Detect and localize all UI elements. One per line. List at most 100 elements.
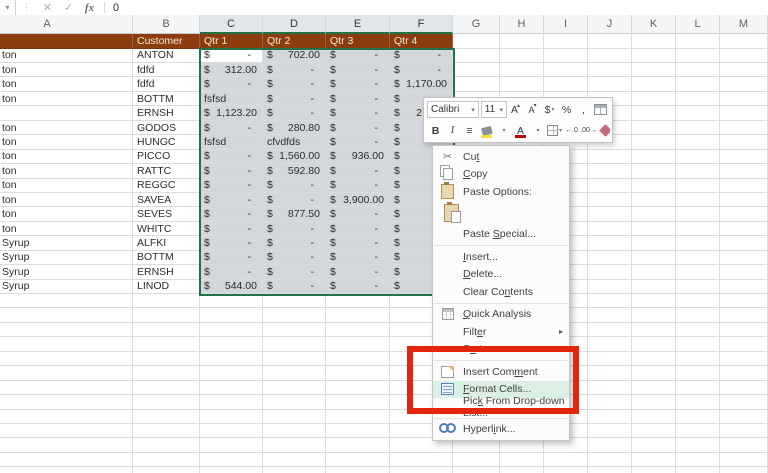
cell[interactable]: $592.80	[263, 164, 326, 178]
menu-item-pick-from-drop-down-list[interactable]: Pick From Drop-down List...	[433, 398, 569, 416]
cell[interactable]	[676, 164, 720, 178]
cell[interactable]	[632, 323, 676, 337]
cell[interactable]: $-	[200, 49, 263, 63]
cell[interactable]	[676, 424, 720, 438]
cell[interactable]	[263, 294, 326, 308]
cell[interactable]	[263, 424, 326, 438]
cell[interactable]	[263, 308, 326, 322]
cell[interactable]: $-	[326, 121, 390, 135]
cell[interactable]	[720, 106, 768, 120]
menu-item-insert-comment[interactable]: Insert Comment	[433, 363, 569, 381]
cell[interactable]: $3,900.00	[326, 193, 390, 207]
column-header-G[interactable]: G	[453, 15, 500, 34]
cell[interactable]	[326, 395, 390, 409]
cell[interactable]	[632, 135, 676, 149]
cell[interactable]	[0, 337, 133, 351]
cell[interactable]	[500, 49, 544, 63]
grow-font-icon[interactable]: A▴	[508, 101, 523, 118]
cell[interactable]	[632, 63, 676, 77]
cell[interactable]	[588, 222, 632, 236]
cell[interactable]: $-	[200, 77, 263, 91]
cell[interactable]	[200, 323, 263, 337]
menu-item-sort[interactable]: Sort▸	[433, 341, 569, 359]
cell[interactable]: ERNSH	[133, 106, 200, 120]
percent-style-icon[interactable]: %	[559, 101, 574, 118]
column-header-B[interactable]: B	[133, 15, 200, 34]
cell[interactable]: $-	[263, 236, 326, 250]
cell[interactable]	[676, 453, 720, 467]
cell[interactable]: $-	[200, 164, 263, 178]
column-header-J[interactable]: J	[588, 15, 632, 34]
cell[interactable]	[720, 34, 768, 49]
cell[interactable]	[0, 308, 133, 322]
cell[interactable]: Qtr 4	[390, 34, 453, 49]
column-header-A[interactable]: A	[0, 15, 133, 34]
cell[interactable]	[632, 92, 676, 106]
cell[interactable]	[0, 323, 133, 337]
cell[interactable]	[588, 424, 632, 438]
cell[interactable]: RATTC	[133, 164, 200, 178]
comma-style-icon[interactable]: ,	[576, 101, 591, 118]
cell[interactable]	[676, 395, 720, 409]
cell[interactable]	[588, 251, 632, 265]
cell[interactable]	[720, 222, 768, 236]
cell[interactable]	[632, 337, 676, 351]
cell[interactable]: GODOS	[133, 121, 200, 135]
cell[interactable]	[676, 352, 720, 366]
cell[interactable]: $-	[263, 280, 326, 294]
cell[interactable]	[200, 352, 263, 366]
cell[interactable]	[632, 106, 676, 120]
cell[interactable]: $-	[326, 265, 390, 279]
cell[interactable]	[676, 222, 720, 236]
cell[interactable]	[326, 366, 390, 380]
cell[interactable]: $1,560.00	[263, 150, 326, 164]
cell[interactable]	[720, 63, 768, 77]
cell[interactable]: $-	[326, 251, 390, 265]
cell[interactable]	[500, 34, 544, 49]
cell[interactable]	[588, 49, 632, 63]
cell[interactable]	[0, 424, 133, 438]
cell[interactable]	[588, 77, 632, 91]
cell[interactable]	[133, 453, 200, 467]
cell[interactable]: PICCO	[133, 150, 200, 164]
cell[interactable]	[676, 467, 720, 473]
center-align-icon[interactable]: ≡	[462, 122, 477, 139]
cell[interactable]	[720, 49, 768, 63]
column-header-D[interactable]: D	[263, 15, 326, 34]
cell[interactable]	[133, 337, 200, 351]
cell[interactable]: HUNGC	[133, 135, 200, 149]
cell-styles-icon[interactable]	[593, 101, 608, 118]
cell[interactable]: $-	[390, 63, 453, 77]
cell[interactable]	[720, 438, 768, 452]
cell[interactable]: $-	[326, 280, 390, 294]
cell[interactable]	[720, 381, 768, 395]
cell[interactable]	[676, 381, 720, 395]
menu-item-paste-special[interactable]: Paste Special...	[433, 226, 569, 244]
menu-item-filter[interactable]: Filter▸	[433, 323, 569, 341]
accounting-format-icon[interactable]: $▾	[542, 101, 557, 118]
cell[interactable]	[676, 193, 720, 207]
menu-item-delete[interactable]: Delete...	[433, 266, 569, 284]
decrease-decimal-icon[interactable]: .00→	[581, 122, 596, 139]
menu-item-clear-contents[interactable]: Clear Contents	[433, 283, 569, 301]
cell[interactable]: $-	[326, 179, 390, 193]
cell[interactable]	[588, 308, 632, 322]
cell[interactable]	[632, 352, 676, 366]
cell[interactable]: $-	[200, 121, 263, 135]
cell[interactable]: $-	[200, 251, 263, 265]
cell[interactable]: $-	[200, 236, 263, 250]
cell[interactable]	[326, 381, 390, 395]
cell[interactable]	[676, 337, 720, 351]
cell[interactable]	[676, 207, 720, 221]
cell[interactable]: fdfd	[133, 77, 200, 91]
cell[interactable]: Syrup	[0, 265, 133, 279]
cell[interactable]	[326, 424, 390, 438]
cell[interactable]: $-	[263, 63, 326, 77]
cell[interactable]	[588, 294, 632, 308]
cell[interactable]: $-	[326, 49, 390, 63]
cell[interactable]	[720, 453, 768, 467]
cell[interactable]	[263, 323, 326, 337]
cell[interactable]	[133, 395, 200, 409]
cell[interactable]: $-	[200, 222, 263, 236]
cell[interactable]	[263, 352, 326, 366]
